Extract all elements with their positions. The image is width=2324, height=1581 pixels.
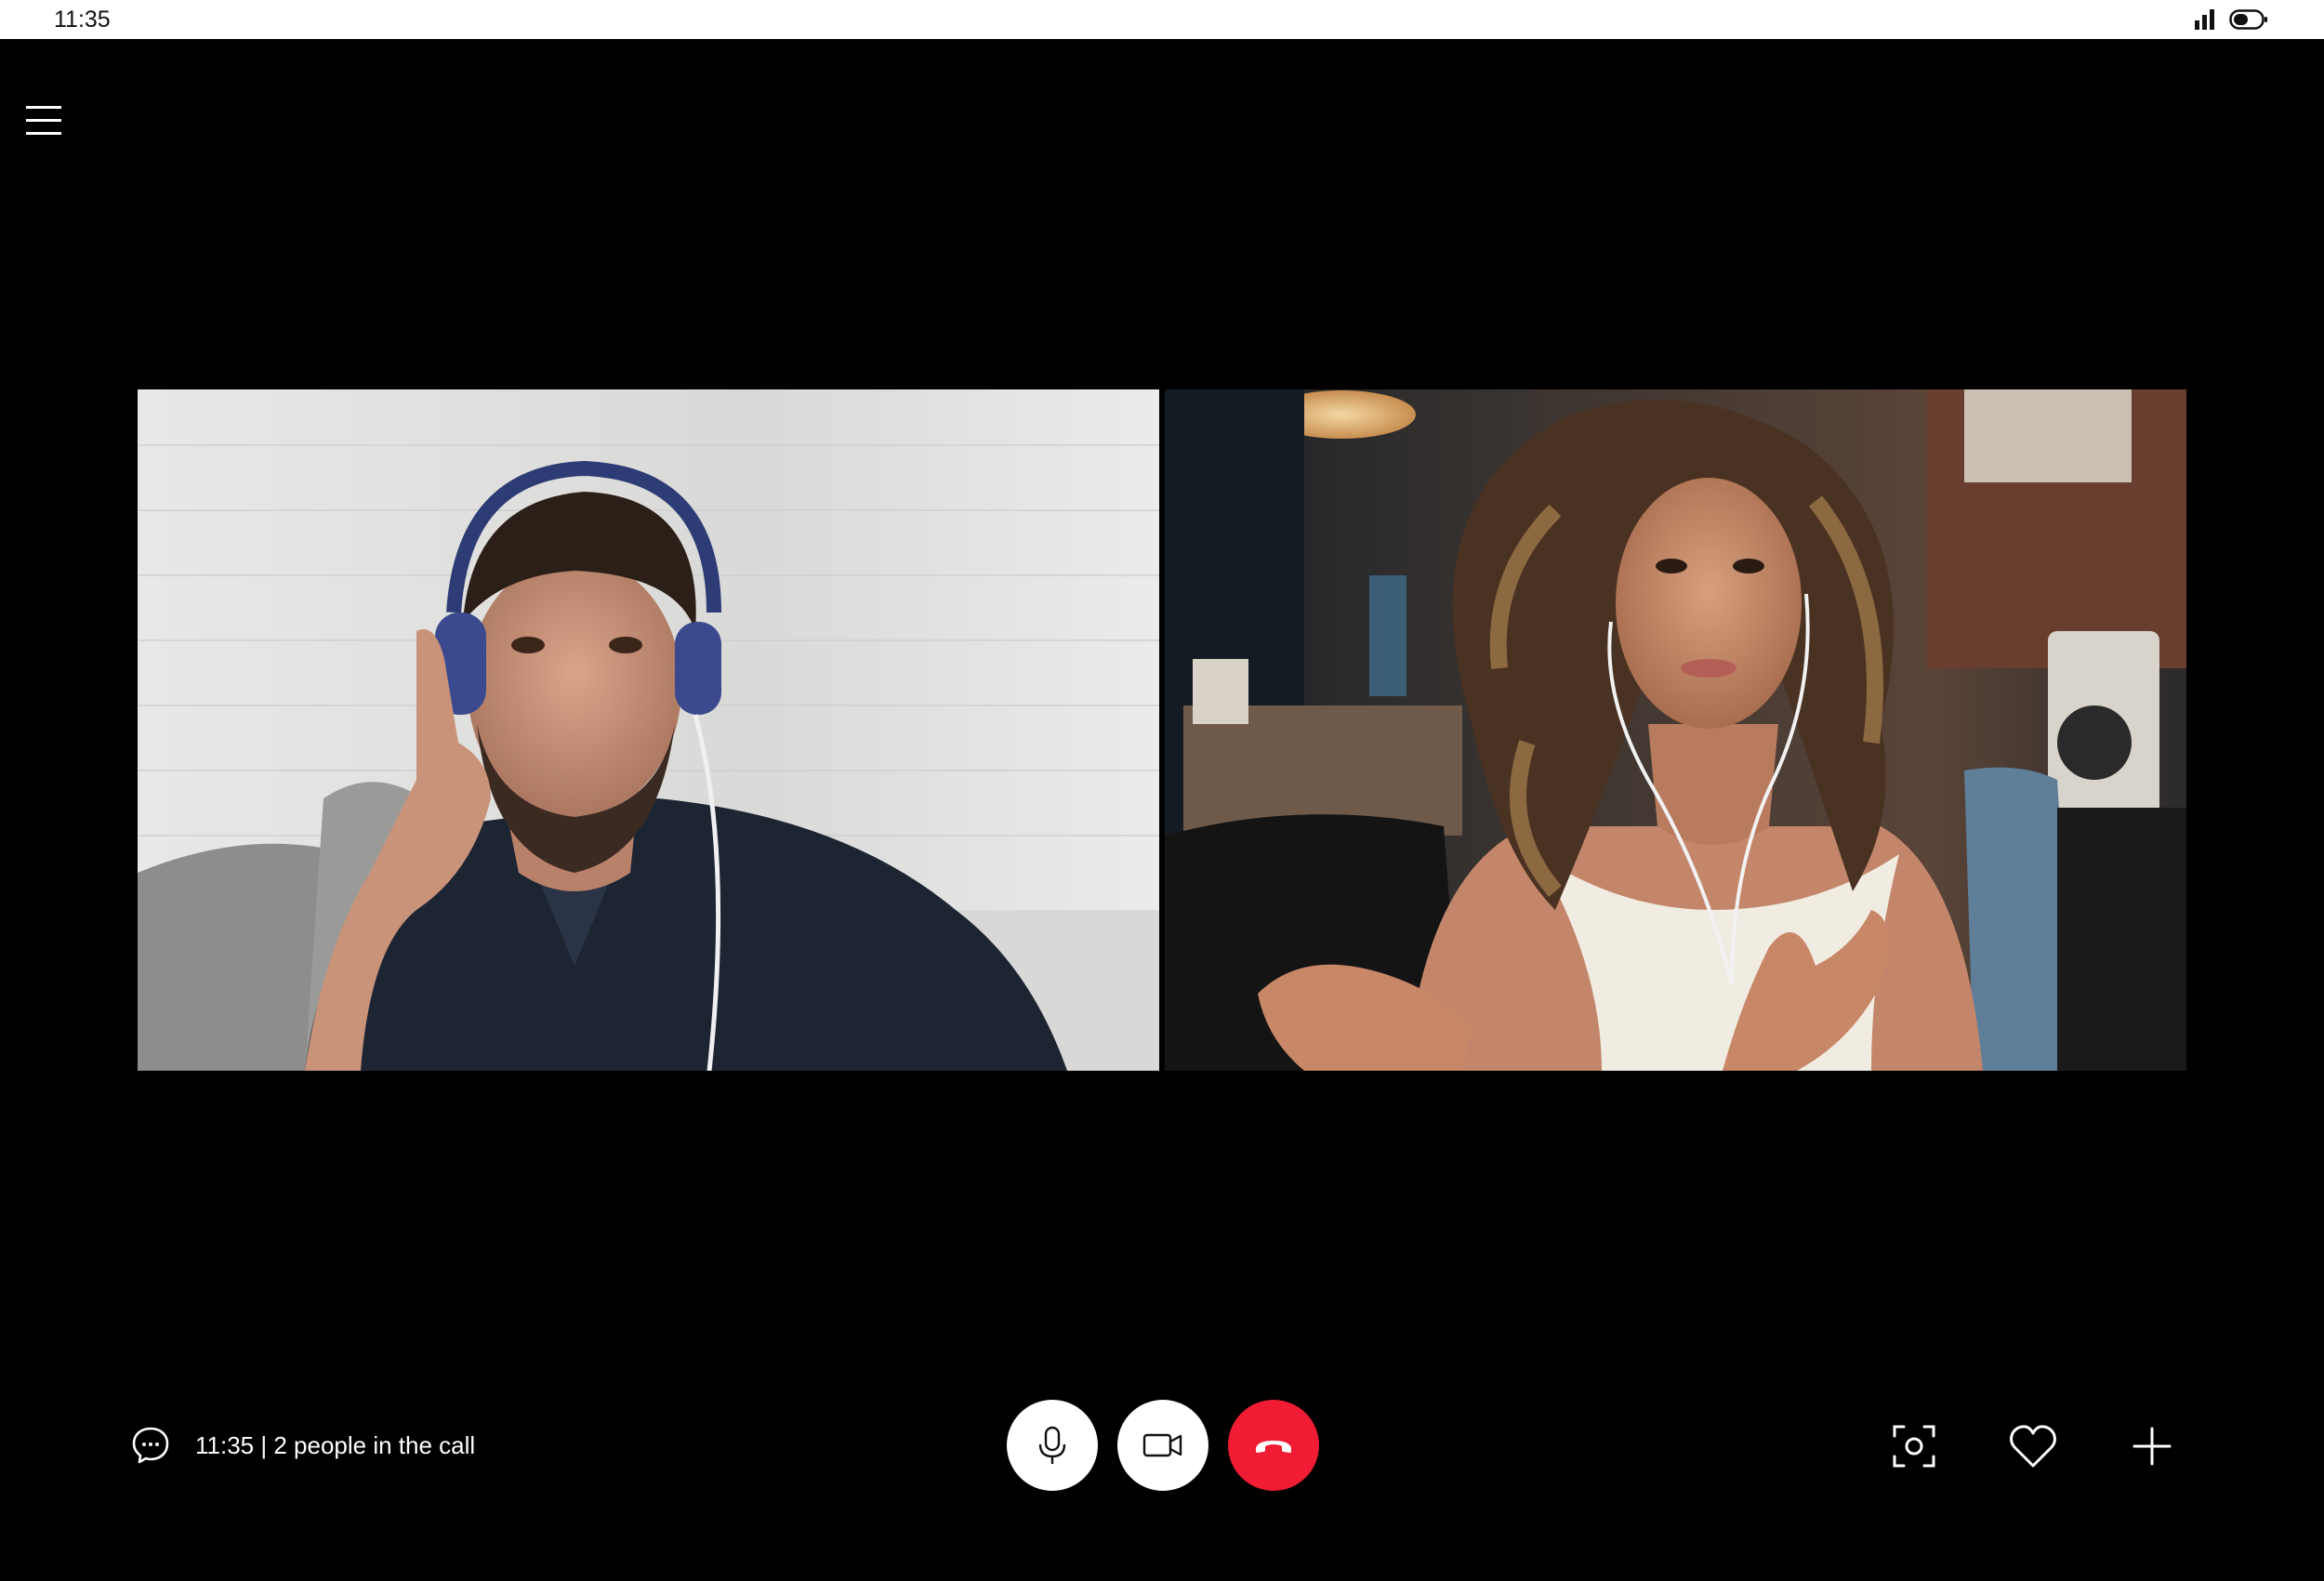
status-bar: 11:35: [0, 0, 2324, 39]
screenshot-button[interactable]: [1887, 1419, 1941, 1473]
status-bar-time: 11:35: [54, 7, 111, 33]
heart-icon: [2010, 1425, 2056, 1468]
participant-video-tile-2[interactable]: [1165, 389, 2186, 1071]
hang-up-button[interactable]: [1228, 1400, 1319, 1491]
microphone-button[interactable]: [1007, 1400, 1098, 1491]
participant-video-tile-1[interactable]: [138, 389, 1159, 1071]
add-button[interactable]: [2125, 1419, 2179, 1473]
video-camera-icon: [1142, 1433, 1182, 1457]
microphone-icon: [1038, 1426, 1066, 1464]
signal-bars-icon: [2195, 9, 2214, 30]
plus-icon: [2133, 1427, 2172, 1466]
call-controls: [1007, 1400, 1319, 1491]
phone-hangup-icon: [1256, 1441, 1291, 1453]
react-button[interactable]: [2006, 1419, 2060, 1473]
call-status-text: 11:35 | 2 people in the call: [195, 1430, 476, 1459]
hamburger-menu-icon[interactable]: [26, 102, 61, 139]
screenshot-camera-icon: [1893, 1425, 1935, 1468]
battery-icon: [2229, 9, 2267, 30]
chat-bubble-icon[interactable]: [130, 1425, 171, 1466]
secondary-controls: [1887, 1419, 2179, 1473]
call-info: 11:35 | 2 people in the call: [130, 1423, 475, 1468]
participant-1-video-feed: [138, 389, 1159, 1071]
video-button[interactable]: [1117, 1400, 1208, 1491]
participant-2-video-feed: [1165, 389, 2186, 1071]
